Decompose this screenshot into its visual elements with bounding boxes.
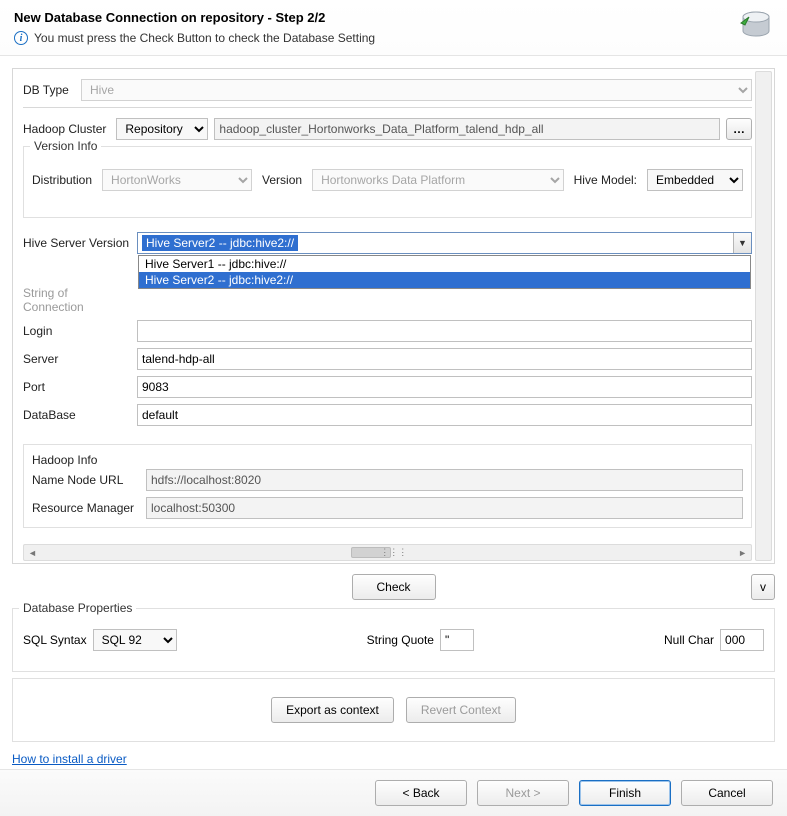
sql-syntax-label: SQL Syntax [23, 633, 87, 647]
horizontal-scrollbar[interactable]: ◄ ⋮⋮⋮ ► [23, 544, 752, 561]
resource-manager-input[interactable] [146, 497, 743, 519]
hadoop-cluster-label: Hadoop Cluster [23, 122, 106, 136]
db-type-select[interactable]: Hive [81, 79, 752, 101]
name-node-url-label: Name Node URL [32, 473, 140, 487]
vertical-scrollbar[interactable] [755, 71, 772, 561]
hive-server-version-label: Hive Server Version [23, 236, 131, 250]
server-label: Server [23, 352, 131, 366]
context-panel: Export as context Revert Context [12, 678, 775, 742]
null-char-label: Null Char [664, 633, 714, 647]
hive-model-select[interactable]: Embedded [647, 169, 743, 191]
revert-context-button[interactable]: Revert Context [406, 697, 516, 723]
browse-repository-button[interactable]: … [726, 118, 752, 140]
hive-server-version-combo[interactable]: Hive Server2 -- jdbc:hive2:// ▼ Hive Ser… [137, 232, 752, 254]
hive-server-version-list[interactable]: Hive Server1 -- jdbc:hive:// Hive Server… [138, 255, 751, 289]
name-node-url-input[interactable] [146, 469, 743, 491]
database-properties-group: Database Properties SQL Syntax SQL 92 St… [12, 608, 775, 672]
string-quote-label: String Quote [367, 633, 434, 647]
server-input[interactable] [137, 348, 752, 370]
login-label: Login [23, 324, 131, 338]
export-as-context-button[interactable]: Export as context [271, 697, 394, 723]
wizard-header: New Database Connection on repository - … [0, 0, 787, 56]
distribution-select[interactable]: HortonWorks [102, 169, 252, 191]
hive-server-option-1[interactable]: Hive Server2 -- jdbc:hive2:// [139, 272, 750, 288]
version-info-group: Version Info Distribution HortonWorks Ve… [23, 146, 752, 218]
back-button[interactable]: < Back [375, 780, 467, 806]
string-quote-input[interactable] [440, 629, 474, 651]
info-icon: i [14, 31, 28, 45]
finish-button[interactable]: Finish [579, 780, 671, 806]
login-input[interactable] [137, 320, 752, 342]
database-icon [739, 8, 773, 42]
wizard-subtitle: You must press the Check Button to check… [34, 31, 375, 45]
how-to-install-driver-link[interactable]: How to install a driver [12, 752, 127, 766]
hadoop-cluster-value[interactable] [214, 118, 720, 140]
hadoop-cluster-mode-select[interactable]: Repository [116, 118, 208, 140]
port-label: Port [23, 380, 131, 394]
hadoop-info-title: Hadoop Info [32, 453, 140, 467]
version-select[interactable]: Hortonworks Data Platform [312, 169, 564, 191]
db-type-label: DB Type [23, 83, 75, 97]
database-input[interactable] [137, 404, 752, 426]
database-label: DataBase [23, 408, 131, 422]
wizard-subtitle-row: i You must press the Check Button to che… [14, 31, 773, 45]
version-info-title: Version Info [30, 139, 101, 153]
string-of-connection-label: String of Connection [23, 286, 131, 314]
null-char-input[interactable] [720, 629, 764, 651]
sql-syntax-select[interactable]: SQL 92 [93, 629, 177, 651]
version-label: Version [262, 173, 302, 187]
port-input[interactable] [137, 376, 752, 398]
main-panel: DB Type Hive Hadoop Cluster Repository …… [12, 68, 775, 564]
check-button[interactable]: Check [352, 574, 436, 600]
cancel-button[interactable]: Cancel [681, 780, 773, 806]
chevron-down-icon[interactable]: ▼ [733, 233, 751, 253]
next-button[interactable]: Next > [477, 780, 569, 806]
distribution-label: Distribution [32, 173, 92, 187]
database-properties-title: Database Properties [19, 601, 136, 615]
wizard-footer: < Back Next > Finish Cancel [0, 769, 787, 816]
wizard-title: New Database Connection on repository - … [14, 10, 773, 25]
hive-model-label: Hive Model: [574, 173, 637, 187]
expand-v-button[interactable]: v [751, 574, 775, 600]
hive-server-version-selected: Hive Server2 -- jdbc:hive2:// [142, 235, 298, 251]
divider [23, 107, 752, 108]
resource-manager-label: Resource Manager [32, 501, 140, 515]
hive-server-option-0[interactable]: Hive Server1 -- jdbc:hive:// [139, 256, 750, 272]
